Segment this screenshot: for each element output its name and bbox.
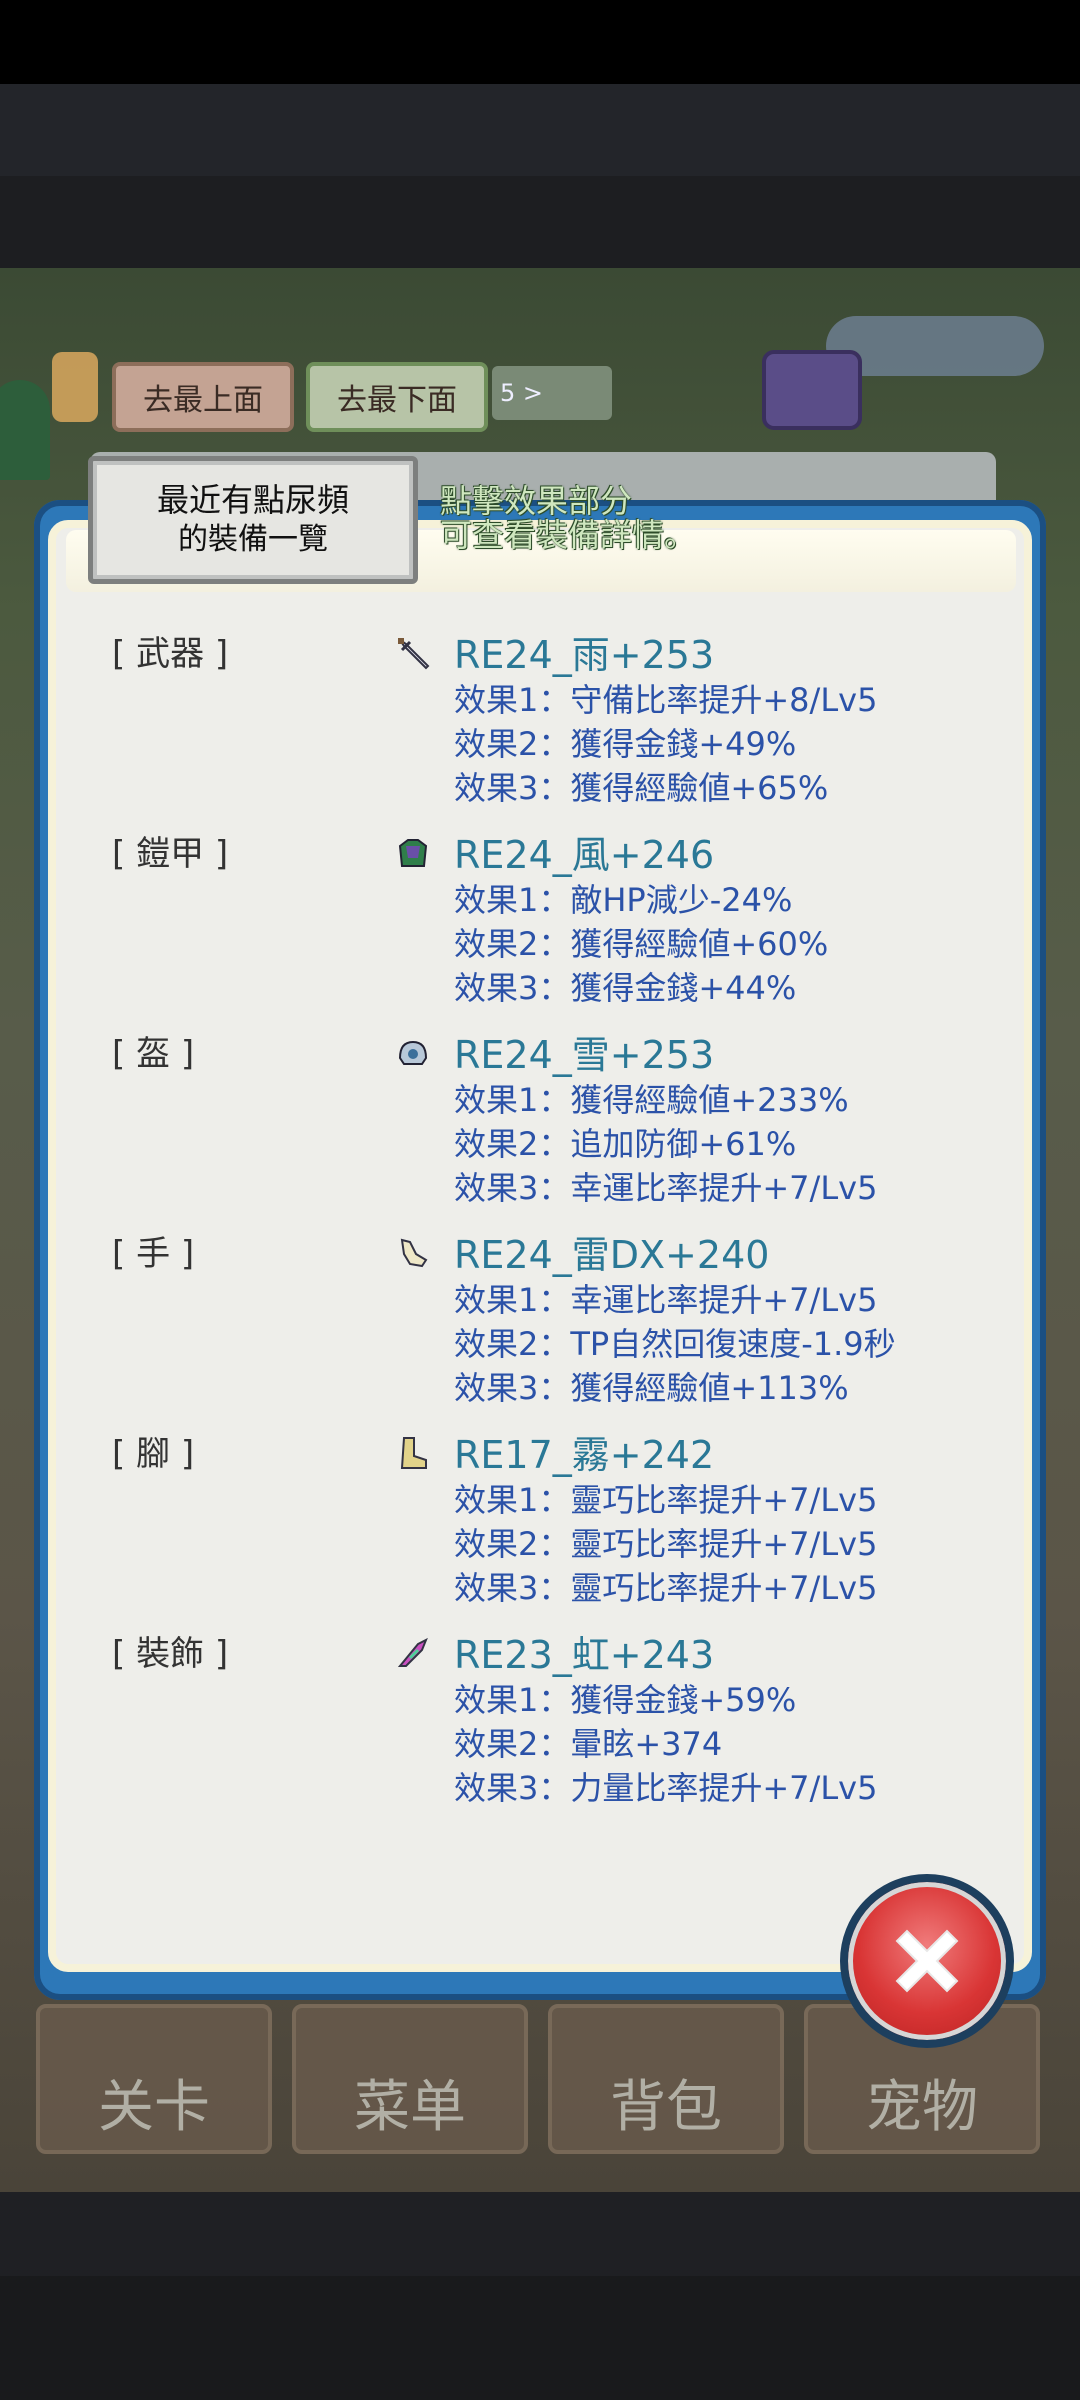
- menu-list-button[interactable]: 菜单: [292, 2004, 528, 2154]
- item-effect-1[interactable]: 效果1：靈巧比率提升+7/Lv5: [454, 1482, 877, 1518]
- item-effect-2[interactable]: 效果2：追加防御+61%: [454, 1126, 796, 1162]
- item-effect-1[interactable]: 效果1：敵HP減少-24%: [454, 882, 792, 918]
- dialog-title-line1: 最近有點尿頻: [156, 481, 349, 519]
- armor-icon: [398, 839, 428, 867]
- slot-label: [ 盔 ]: [112, 1034, 195, 1074]
- item-name[interactable]: RE24_雨+253: [454, 634, 714, 676]
- item-effect-2[interactable]: 效果2：暈眩+374: [454, 1726, 722, 1762]
- item-effect-2[interactable]: 效果2：TP自然回復速度-1.9秒: [454, 1326, 896, 1362]
- item-effect-3[interactable]: 效果3：獲得經驗値+113%: [454, 1370, 849, 1406]
- item-name[interactable]: RE24_風+246: [454, 834, 714, 876]
- go-top-button[interactable]: 去最上面: [112, 362, 294, 432]
- item-effect-1[interactable]: 效果1：獲得金錢+59%: [454, 1682, 796, 1718]
- slot-label: [ 武器 ]: [112, 634, 229, 674]
- status-bar: [0, 0, 1080, 84]
- item-effect-3[interactable]: 效果3：獲得經驗値+65%: [454, 770, 828, 806]
- menu-stage-label: 关卡: [98, 2075, 210, 2140]
- item-effect-3[interactable]: 效果3：力量比率提升+7/Lv5: [454, 1770, 877, 1806]
- close-icon: [895, 1929, 959, 1993]
- top-dark-bar: [0, 84, 1080, 176]
- hint-line1: 點擊效果部分: [440, 482, 633, 520]
- menu-pet-label: 宠物: [866, 2075, 978, 2140]
- tree-decoration: [0, 380, 50, 480]
- menu-stage-button[interactable]: 关卡: [36, 2004, 272, 2154]
- item-effect-1[interactable]: 效果1：獲得經驗値+233%: [454, 1082, 849, 1118]
- helmet-icon: [398, 1040, 428, 1065]
- item-name[interactable]: RE23_虹+243: [454, 1634, 714, 1676]
- page-indicator: 5 >: [492, 366, 612, 420]
- slot-label: [ 腳 ]: [112, 1434, 195, 1474]
- sword-icon: [398, 638, 430, 670]
- system-navigation-bar: [0, 2276, 1080, 2400]
- item-name[interactable]: RE24_雷DX+240: [454, 1234, 769, 1276]
- bottom-dark-bar: [0, 2192, 1080, 2276]
- item-effect-2[interactable]: 效果2：獲得金錢+49%: [454, 726, 796, 762]
- top-dark-bar-2: [0, 176, 1080, 268]
- item-name[interactable]: RE24_雪+253: [454, 1034, 714, 1076]
- close-button[interactable]: [840, 1874, 1014, 2048]
- boot-icon: [400, 1437, 427, 1469]
- menu-bag-button[interactable]: 背包: [548, 2004, 784, 2154]
- slot-label: [ 裝飾 ]: [112, 1634, 229, 1674]
- dialog-title-line2: 的裝備一覽: [178, 522, 328, 557]
- player-character-sprite: [52, 352, 98, 422]
- item-effect-2[interactable]: 效果2：獲得經驗値+60%: [454, 926, 828, 962]
- gift-box-icon[interactable]: [762, 350, 862, 430]
- glove-icon: [400, 1238, 428, 1268]
- slot-label: [ 手 ]: [112, 1234, 195, 1274]
- slot-label: [ 鎧甲 ]: [112, 834, 229, 874]
- item-effect-2[interactable]: 效果2：靈巧比率提升+7/Lv5: [454, 1526, 877, 1562]
- item-effect-3[interactable]: 效果3：獲得金錢+44%: [454, 970, 796, 1006]
- item-effect-1[interactable]: 效果1：守備比率提升+8/Lv5: [454, 682, 877, 718]
- hint-line2: 可查看裝備詳情。: [440, 516, 697, 554]
- item-effect-1[interactable]: 效果1：幸運比率提升+7/Lv5: [454, 1282, 877, 1318]
- item-name[interactable]: RE17_霧+242: [454, 1434, 714, 1476]
- menu-list-label: 菜单: [354, 2075, 466, 2140]
- go-bottom-button[interactable]: 去最下面: [306, 362, 488, 432]
- feather-icon: [397, 1637, 428, 1667]
- dialog-hint: 點擊效果部分 可查看裝備詳情。: [440, 484, 696, 552]
- item-effect-3[interactable]: 效果3：幸運比率提升+7/Lv5: [454, 1170, 877, 1206]
- dialog-title-tab: 最近有點尿頻 的裝備一覽: [88, 456, 418, 584]
- menu-bag-label: 背包: [610, 2075, 722, 2140]
- item-effect-3[interactable]: 效果3：靈巧比率提升+7/Lv5: [454, 1570, 877, 1606]
